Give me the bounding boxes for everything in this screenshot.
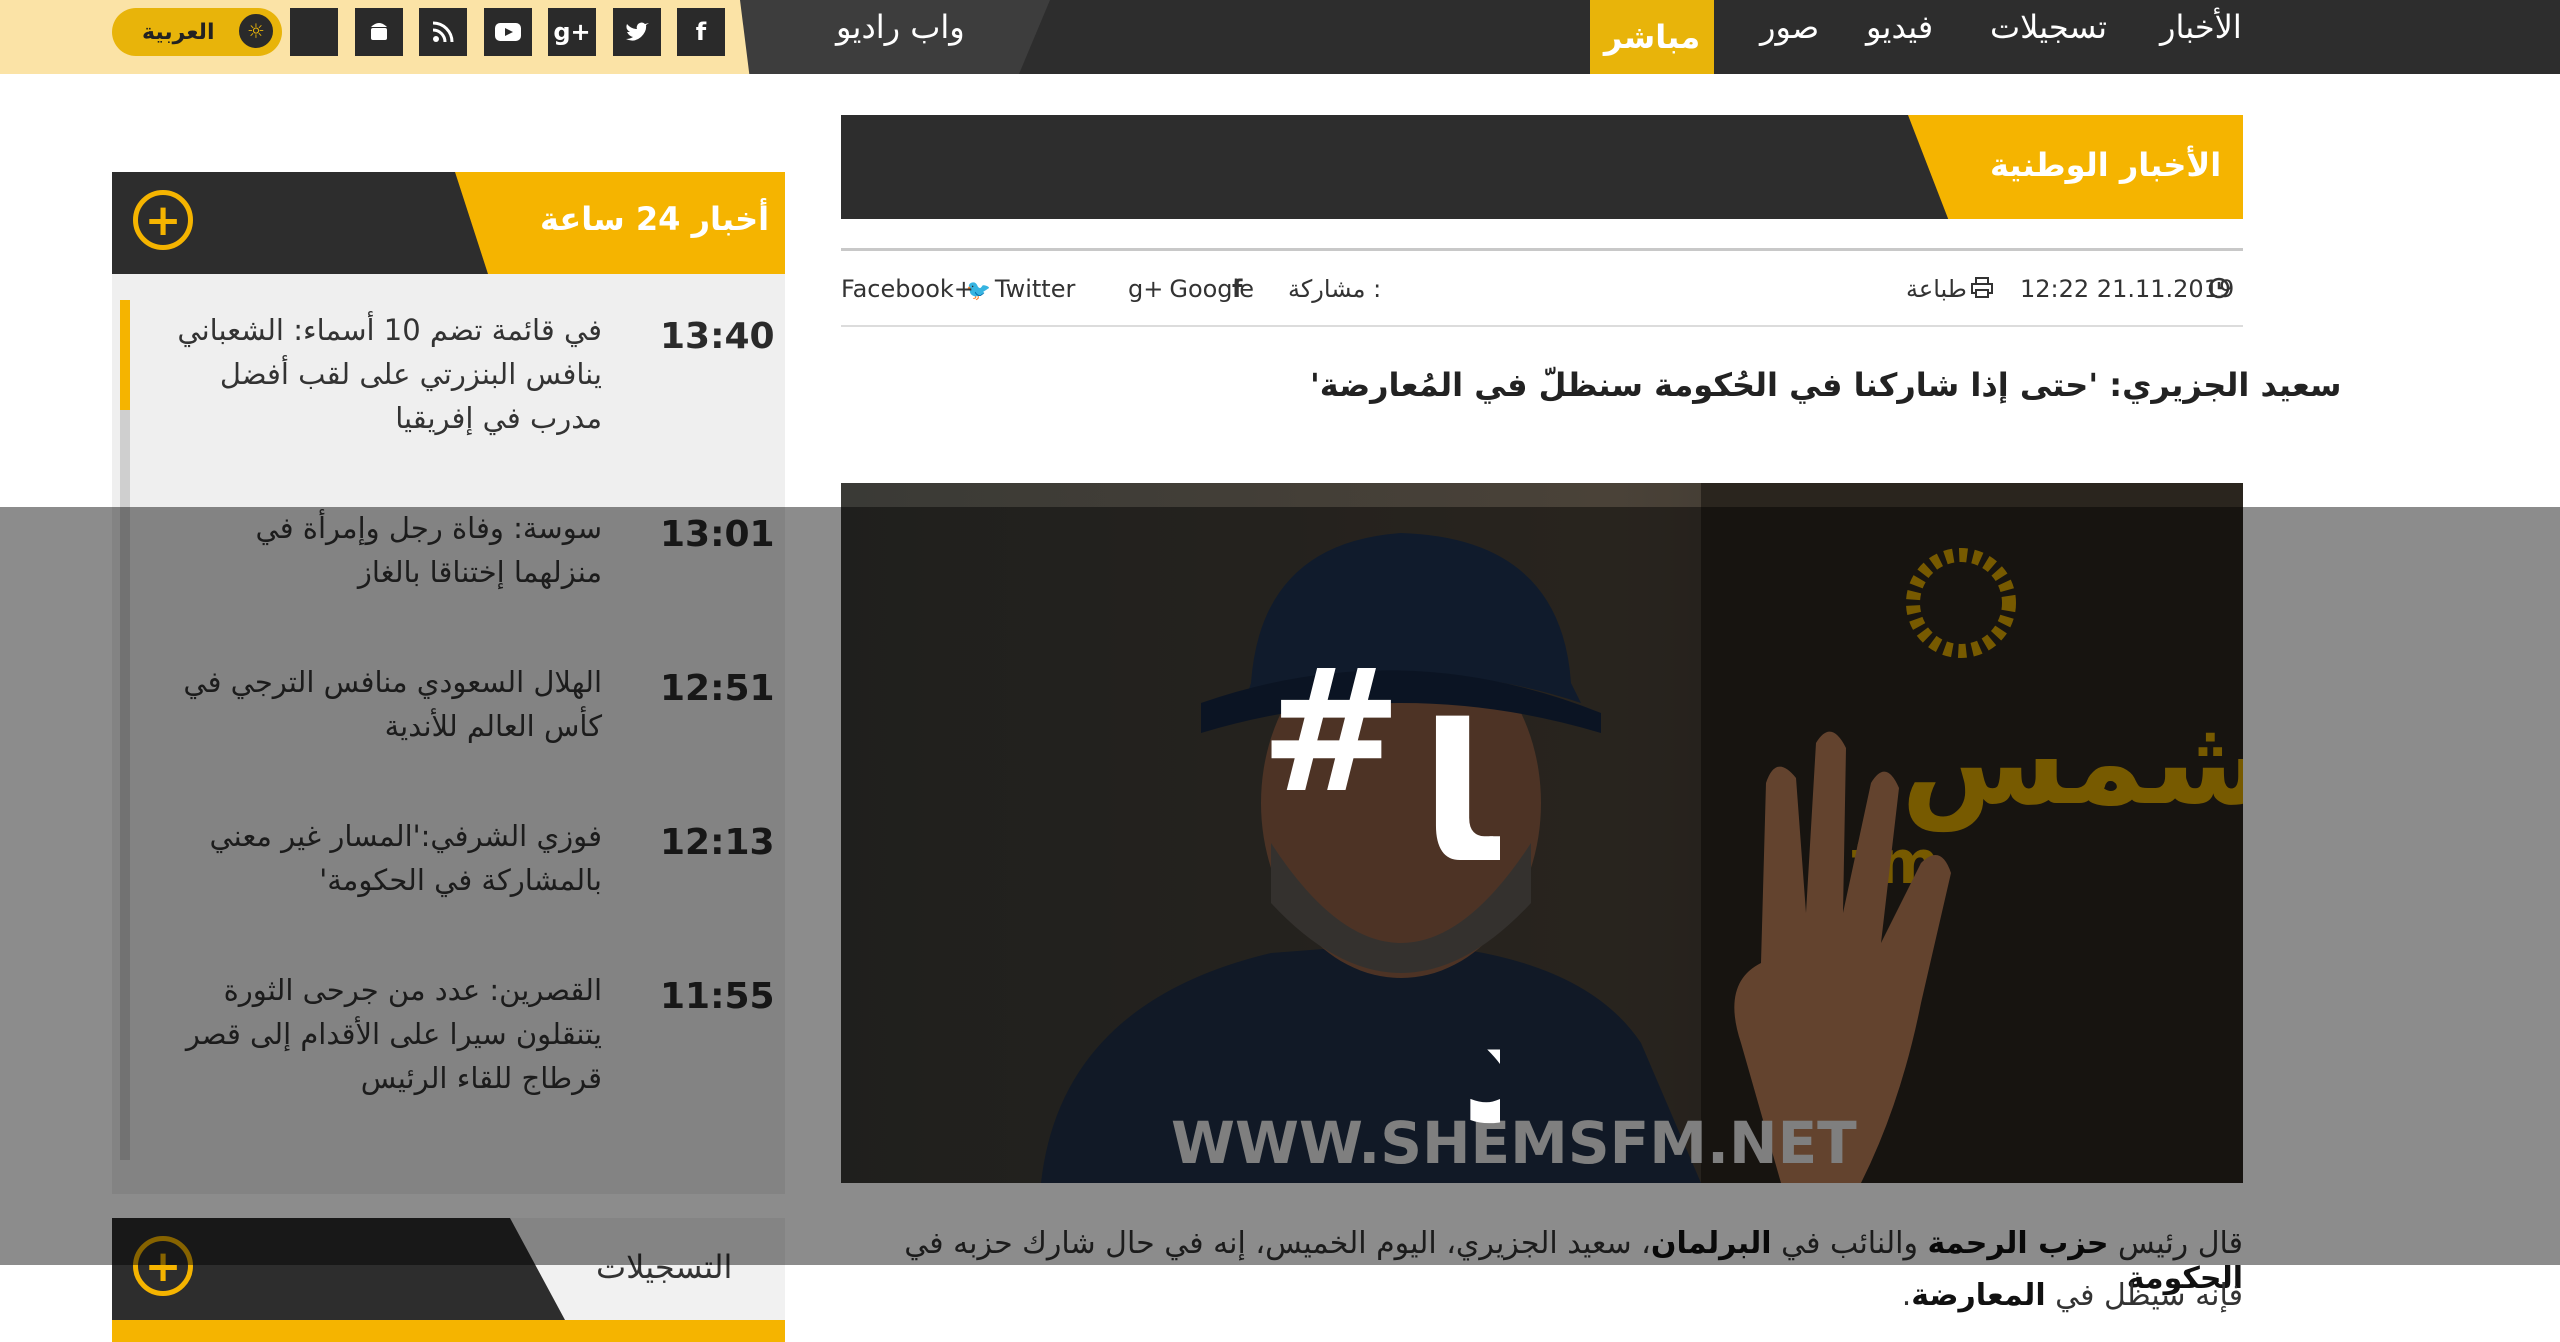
print-icon[interactable]	[1970, 277, 1994, 305]
campaign-line1: ليتها	[1420, 684, 1500, 907]
scrollbar-thumb[interactable]	[120, 300, 130, 410]
share-label: مشاركة :	[1288, 275, 1382, 303]
twitter-share-link[interactable]: 🐦 Twitter	[966, 275, 1075, 303]
shems-logo-icon: ☼	[236, 11, 276, 51]
opposition-link[interactable]: المعارضة	[1911, 1278, 2045, 1313]
google-plus-icon[interactable]: g+	[548, 8, 596, 56]
article-paragraph-line: فإنه سيظل في المعارضة.	[841, 1278, 2243, 1313]
campaign-logo: # ليتها الحدود	[940, 560, 1996, 1180]
facebook-icon[interactable]: f	[677, 8, 725, 56]
article-headline: سعيد الجزيري: 'حتى إذا شاركنا في الحُكوم…	[1310, 366, 2342, 404]
nav-live[interactable]: مباشر	[1590, 0, 1714, 74]
text-run: فإنه سيظل في	[2045, 1278, 2243, 1313]
campaign-line2: الحدود	[1460, 963, 1500, 1162]
news-time: 13:40	[660, 316, 775, 357]
campaign-hash: #	[1260, 633, 1402, 831]
divider	[841, 325, 2243, 327]
android-icon[interactable]	[355, 8, 403, 56]
text-run: .	[1901, 1278, 1912, 1313]
rss-icon[interactable]	[419, 8, 467, 56]
web-radio-link[interactable]: واب راديو	[836, 8, 965, 46]
language-label: العربية	[142, 19, 215, 45]
twitter-share-label: Twitter	[994, 275, 1076, 303]
google-plus-icon: g+	[1128, 275, 1164, 303]
sidebar-title: أخبار 24 ساعة	[540, 200, 770, 238]
section-title[interactable]: الأخبار الوطنية	[1990, 146, 2221, 184]
twitter-icon[interactable]	[613, 8, 661, 56]
google-share-link[interactable]: g+ Google	[1128, 275, 1254, 303]
recordings-bar	[112, 1320, 785, 1342]
apple-icon[interactable]	[290, 8, 338, 56]
divider	[841, 248, 2243, 251]
google-share-label: Google	[1169, 275, 1254, 303]
nav-video[interactable]: فيديو	[1866, 8, 1933, 46]
news-item-link[interactable]: في قائمة تضم 10 أسماء: الشعباني ينافس ال…	[162, 308, 602, 440]
nav-news[interactable]: الأخبار	[2160, 8, 2242, 46]
youtube-icon[interactable]	[484, 8, 532, 56]
facebook-share-link[interactable]: Facebook+	[841, 275, 974, 303]
nav-live-label: مباشر	[1603, 18, 1701, 56]
print-link[interactable]: طباعة	[1906, 275, 1967, 303]
plus-icon: +	[144, 194, 182, 246]
article-datetime: 12:22 21.11.2019	[2020, 275, 2235, 303]
nav-recordings[interactable]: تسجيلات	[1990, 8, 2107, 46]
nav-photos[interactable]: صور	[1760, 8, 1819, 46]
expand-news-button[interactable]: +	[133, 190, 193, 250]
